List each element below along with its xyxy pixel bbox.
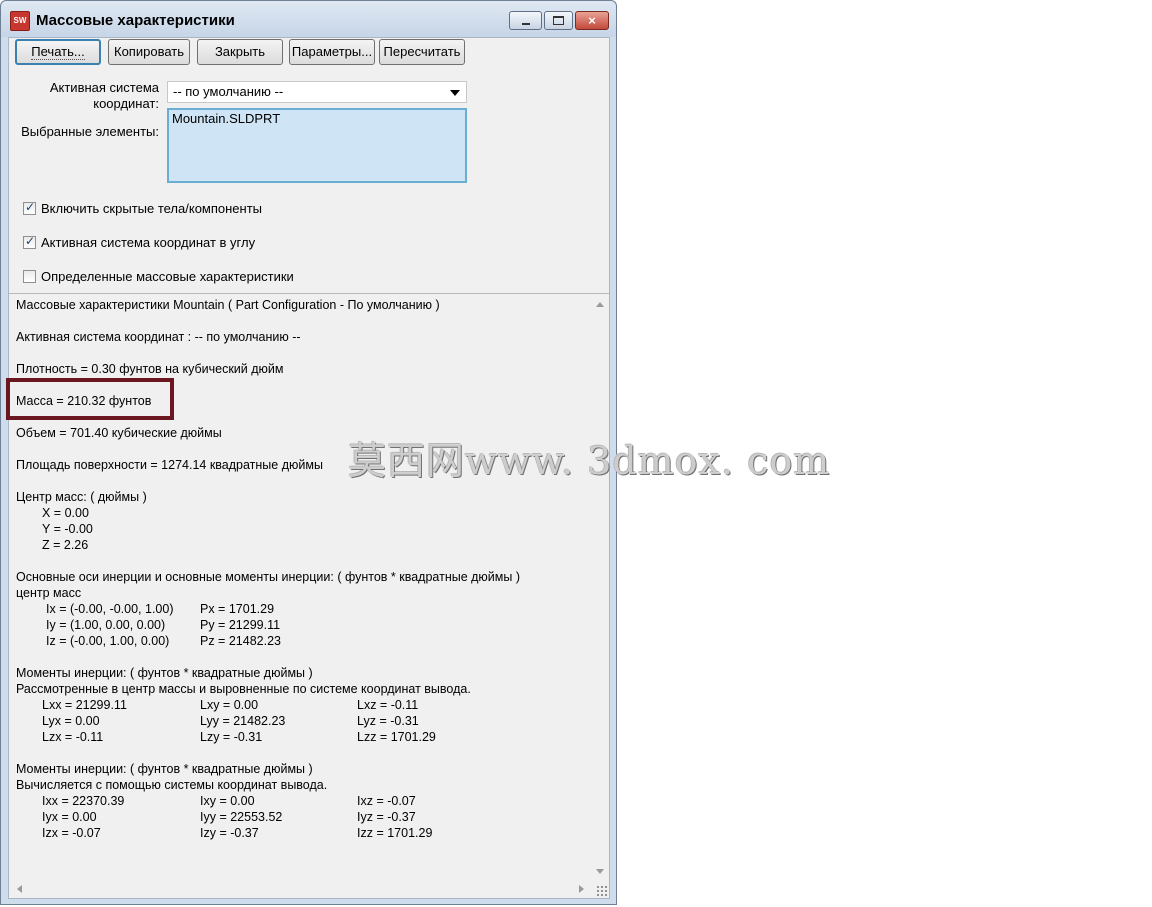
moment-value: Lxy = 0.00 (200, 698, 259, 712)
moment-value: Lzx = -0.11 (42, 730, 104, 744)
solidworks-app-icon: SW (10, 11, 30, 31)
checkbox-box[interactable]: ✓ (23, 233, 36, 249)
moment-value: Iyy = 22553.52 (200, 810, 283, 824)
moment-value: Lzz = 1701.29 (357, 730, 436, 744)
moments-output-subtitle: Вычисляется с помощью системы координат … (16, 778, 328, 792)
principal-moment-y: Py = 21299.11 (200, 618, 281, 632)
coord-system-label-line2: координат: (93, 96, 159, 111)
print-button[interactable]: Печать... (15, 39, 101, 65)
moment-value: Lyz = -0.31 (357, 714, 419, 728)
center-of-mass-title: Центр масс: ( дюймы ) (16, 490, 147, 504)
close-window-button[interactable]: × (575, 11, 609, 30)
principal-axis-z: Iz = (-0.00, 1.00, 0.00) (46, 634, 170, 648)
checkmark-icon: ✓ (25, 233, 36, 248)
mass-highlight-frame (6, 378, 174, 420)
principal-moment-x: Px = 1701.29 (200, 602, 275, 616)
moment-value: Izz = 1701.29 (357, 826, 433, 840)
close-icon: × (588, 13, 596, 28)
center-of-mass-z: Z = 2.26 (42, 538, 89, 552)
window-title: Массовые характеристики (36, 12, 235, 29)
checkbox-label: Включить скрытые тела/компоненты (41, 200, 263, 216)
center-of-mass-y: Y = -0.00 (42, 522, 93, 536)
moment-value: Iyz = -0.37 (357, 810, 416, 824)
vertical-scrollbar[interactable] (592, 294, 609, 882)
copy-button[interactable]: Копировать (108, 39, 190, 65)
close-button[interactable]: Закрыть (197, 39, 283, 65)
principal-axis-x: Ix = (-0.00, -0.00, 1.00) (46, 602, 174, 616)
results-coord: Активная система координат : -- по умолч… (16, 330, 301, 344)
scroll-left-icon[interactable] (17, 885, 22, 893)
coord-system-select[interactable]: -- по умолчанию -- (167, 81, 467, 103)
moment-value: Lyx = 0.00 (42, 714, 100, 728)
selected-items-list[interactable]: Mountain.SLDPRT (167, 108, 467, 183)
principal-axes-subtitle: центр масс (16, 586, 82, 600)
results-header: Массовые характеристики Mountain ( Part … (16, 298, 440, 312)
moment-value: Ixy = 0.00 (200, 794, 255, 808)
coord-system-value: -- по умолчанию -- (173, 84, 284, 99)
moment-value: Izy = -0.37 (200, 826, 259, 840)
moment-value: Lzy = -0.31 (200, 730, 263, 744)
center-of-mass-x: X = 0.00 (42, 506, 89, 520)
moment-value: Izx = -0.07 (42, 826, 101, 840)
moment-value: Lyy = 21482.23 (200, 714, 286, 728)
minimize-button[interactable] (509, 11, 542, 30)
selected-item[interactable]: Mountain.SLDPRT (172, 111, 462, 126)
principal-axis-y: Iy = (1.00, 0.00, 0.00) (46, 618, 166, 632)
moment-value: Ixx = 22370.39 (42, 794, 125, 808)
chevron-down-icon[interactable] (450, 90, 460, 96)
maximize-button[interactable] (544, 11, 573, 30)
title-bar[interactable]: SW Массовые характеристики × (1, 1, 616, 37)
corner-triad-checkbox[interactable]: ✓ Активная система координат в углу (23, 234, 255, 250)
moment-value: Iyx = 0.00 (42, 810, 97, 824)
options-button[interactable]: Параметры... (289, 39, 375, 65)
checkbox-box[interactable] (23, 269, 36, 283)
minimize-icon (521, 22, 530, 25)
principal-axes-title: Основные оси инерции и основные моменты … (16, 570, 520, 584)
moment-value: Lxz = -0.11 (357, 698, 419, 712)
horizontal-scrollbar[interactable] (9, 881, 592, 898)
scroll-up-icon[interactable] (596, 302, 604, 307)
moments-com-subtitle: Рассмотренные в центр массы и выровненны… (16, 682, 471, 696)
selected-items-label: Выбранные элементы: (21, 124, 159, 139)
checkbox-box[interactable]: ✓ (23, 199, 36, 215)
principal-moment-z: Pz = 21482.23 (200, 634, 281, 648)
moment-value: Lxx = 21299.11 (42, 698, 127, 712)
moments-com-title: Моменты инерции: ( фунтов * квадратные д… (16, 666, 313, 680)
resize-grip-icon[interactable] (596, 885, 607, 896)
recalculate-button[interactable]: Пересчитать (379, 39, 465, 65)
coord-system-label: Активная система координат: (17, 80, 159, 112)
moment-value: Ixz = -0.07 (357, 794, 416, 808)
results-density: Плотность = 0.30 фунтов на кубический дю… (16, 362, 284, 376)
scroll-right-icon[interactable] (579, 885, 584, 893)
include-hidden-checkbox[interactable]: ✓ Включить скрытые тела/компоненты (23, 200, 262, 216)
checkmark-icon: ✓ (25, 199, 36, 214)
print-button-label: Печать... (31, 44, 85, 60)
checkbox-label: Определенные массовые характеристики (41, 268, 294, 284)
coord-system-label-line1: Активная система (49, 80, 159, 95)
results-surface-area: Площадь поверхности = 1274.14 квадратные… (16, 458, 323, 472)
results-volume: Объем = 701.40 кубические дюймы (16, 426, 222, 440)
scroll-down-icon[interactable] (596, 869, 604, 874)
checkbox-label: Активная система координат в углу (41, 234, 256, 250)
watermark: 莫西网www. 3dmox. com (348, 439, 831, 483)
maximize-icon (553, 16, 564, 25)
override-mass-checkbox[interactable]: Определенные массовые характеристики (23, 268, 294, 284)
moments-output-title: Моменты инерции: ( фунтов * квадратные д… (16, 762, 313, 776)
